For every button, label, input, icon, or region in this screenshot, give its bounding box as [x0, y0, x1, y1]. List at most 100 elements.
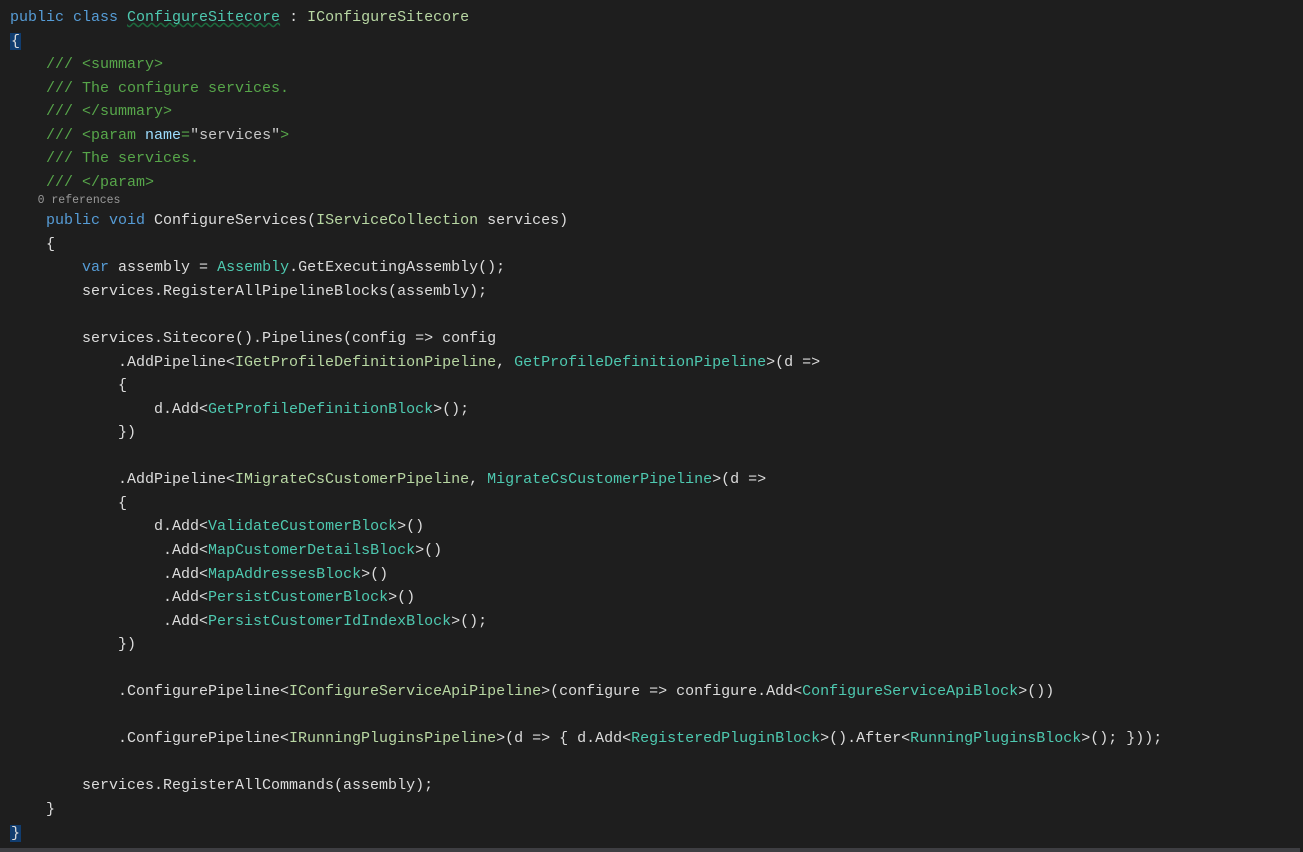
type-name: MapCustomerDetailsBlock [208, 542, 415, 559]
code-line[interactable]: d.Add<GetProfileDefinitionBlock>(); [10, 398, 1303, 422]
xml-attr-val: "services" [190, 127, 280, 144]
horizontal-scrollbar[interactable] [0, 848, 1300, 852]
code-line[interactable]: .Add<PersistCustomerIdIndexBlock>(); [10, 610, 1303, 634]
code-line[interactable]: .ConfigurePipeline<IConfigureServiceApiP… [10, 680, 1303, 704]
text: d.Add< [10, 401, 208, 418]
code-line[interactable]: /// </summary> [10, 100, 1303, 124]
text: >() [415, 542, 442, 559]
code-line[interactable]: .ConfigurePipeline<IRunningPluginsPipeli… [10, 727, 1303, 751]
text: , [496, 354, 514, 371]
code-line[interactable]: var assembly = Assembly.GetExecutingAsse… [10, 256, 1303, 280]
text: >(); [433, 401, 469, 418]
code-line[interactable]: .Add<PersistCustomerBlock>() [10, 586, 1303, 610]
xml-attr: name [145, 127, 181, 144]
type-name: ConfigureServiceApiBlock [802, 683, 1018, 700]
code-line[interactable]: { [10, 374, 1303, 398]
code-line[interactable]: }) [10, 633, 1303, 657]
type-name: Assembly [217, 259, 289, 276]
text: .GetExecutingAssembly(); [289, 259, 505, 276]
xml-close: > [280, 127, 289, 144]
code-line[interactable]: /// <param name="services"> [10, 124, 1303, 148]
brace-open: { [10, 33, 21, 50]
text: .AddPipeline< [10, 471, 235, 488]
code-line[interactable]: services.RegisterAllCommands(assembly); [10, 774, 1303, 798]
text: >() [361, 566, 388, 583]
text: >() [397, 518, 424, 535]
brace: } [10, 801, 55, 818]
code-editor[interactable]: public class ConfigureSitecore : IConfig… [10, 6, 1303, 845]
brace: { [10, 236, 55, 253]
interface-name: IConfigureServiceApiPipeline [289, 683, 541, 700]
text: .Add< [10, 566, 208, 583]
brace: { [10, 377, 127, 394]
code-line[interactable]: services.RegisterAllPipelineBlocks(assem… [10, 280, 1303, 304]
code-line[interactable]: .Add<MapCustomerDetailsBlock>() [10, 539, 1303, 563]
code-line-empty[interactable] [10, 751, 1303, 775]
code-line-empty[interactable] [10, 445, 1303, 469]
type-name: MigrateCsCustomerPipeline [487, 471, 712, 488]
xml-doc: /// [10, 127, 82, 144]
code-line[interactable]: } [10, 822, 1303, 846]
code-line[interactable]: public void ConfigureServices(IServiceCo… [10, 209, 1303, 233]
code-line[interactable]: { [10, 492, 1303, 516]
type-name: ValidateCustomerBlock [208, 518, 397, 535]
code-line[interactable]: /// The configure services. [10, 77, 1303, 101]
brace: { [10, 495, 127, 512]
text: d.Add< [10, 518, 208, 535]
code-line[interactable]: } [10, 798, 1303, 822]
text: .Add< [10, 589, 208, 606]
code-line-empty[interactable] [10, 704, 1303, 728]
code-line[interactable]: .AddPipeline<IMigrateCsCustomerPipeline,… [10, 468, 1303, 492]
xml-doc: /// The services. [10, 150, 199, 167]
code-line[interactable]: }) [10, 421, 1303, 445]
text: , [469, 471, 487, 488]
type-name: PersistCustomerIdIndexBlock [208, 613, 451, 630]
text: >(); [451, 613, 487, 630]
keyword: public class [10, 9, 127, 26]
interface-name: IRunningPluginsPipeline [289, 730, 496, 747]
code-line[interactable]: /// <summary> [10, 53, 1303, 77]
text: .AddPipeline< [10, 354, 235, 371]
code-line[interactable]: d.Add<ValidateCustomerBlock>() [10, 515, 1303, 539]
type-name: GetProfileDefinitionPipeline [514, 354, 766, 371]
type-name: GetProfileDefinitionBlock [208, 401, 433, 418]
code-line[interactable]: .Add<MapAddressesBlock>() [10, 563, 1303, 587]
brace: }) [10, 636, 136, 653]
text: >().After< [820, 730, 910, 747]
text: .Add< [10, 542, 208, 559]
indent [10, 259, 82, 276]
method-name: ConfigureServices( [154, 212, 316, 229]
interface-name: IConfigureSitecore [307, 9, 469, 26]
text: >()) [1018, 683, 1054, 700]
code-line[interactable]: /// The services. [10, 147, 1303, 171]
text: >() [388, 589, 415, 606]
code-line[interactable]: public class ConfigureSitecore : IConfig… [10, 6, 1303, 30]
punct: : [280, 9, 307, 26]
code-line-empty[interactable] [10, 657, 1303, 681]
text: .ConfigurePipeline< [10, 683, 289, 700]
text: >(d => [766, 354, 820, 371]
codelens-references[interactable]: 0 references [10, 194, 1303, 209]
xml-doc: /// <summary> [10, 56, 163, 73]
indent [10, 212, 46, 229]
code-line[interactable]: { [10, 30, 1303, 54]
keyword: public void [46, 212, 154, 229]
param: services) [478, 212, 568, 229]
xml-doc: /// The configure services. [10, 80, 289, 97]
text: >(configure => configure.Add< [541, 683, 802, 700]
interface-name: IGetProfileDefinitionPipeline [235, 354, 496, 371]
brace-close: } [10, 825, 21, 842]
code-line[interactable]: { [10, 233, 1303, 257]
code-line[interactable]: services.Sitecore().Pipelines(config => … [10, 327, 1303, 351]
text: services.RegisterAllCommands(assembly); [10, 777, 433, 794]
text: .ConfigurePipeline< [10, 730, 289, 747]
code-line[interactable]: /// </param> [10, 171, 1303, 195]
type-name: MapAddressesBlock [208, 566, 361, 583]
xml-doc: /// </summary> [10, 103, 172, 120]
xml-tag: <param [82, 127, 145, 144]
code-line-empty[interactable] [10, 304, 1303, 328]
type-name: RunningPluginsBlock [910, 730, 1081, 747]
interface-name: IMigrateCsCustomerPipeline [235, 471, 469, 488]
text: >(d => [712, 471, 766, 488]
code-line[interactable]: .AddPipeline<IGetProfileDefinitionPipeli… [10, 351, 1303, 375]
